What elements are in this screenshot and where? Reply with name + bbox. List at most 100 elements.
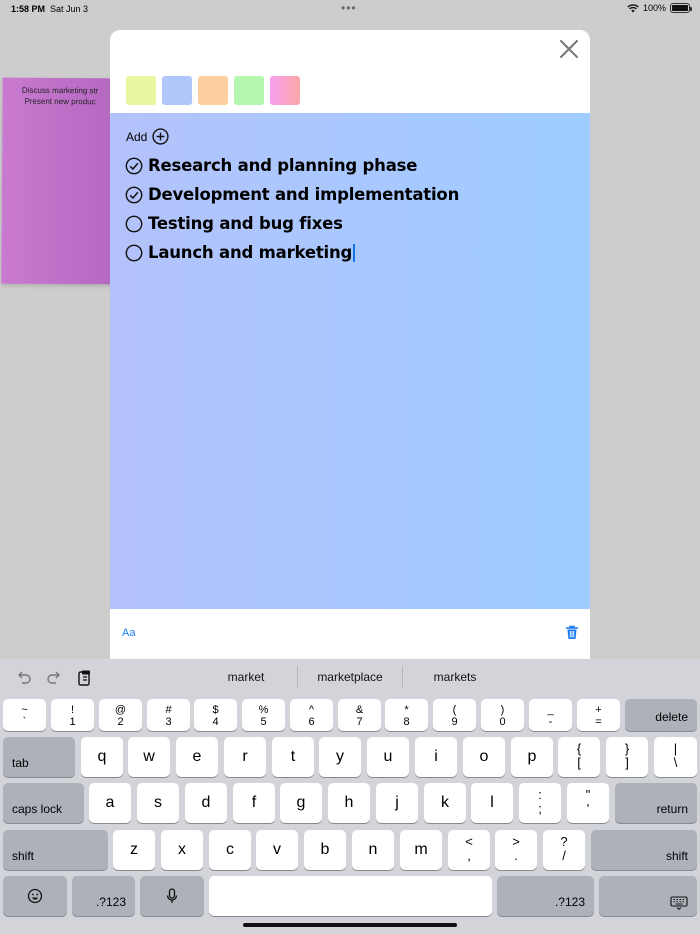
key-3[interactable]: #3 bbox=[147, 699, 190, 731]
dictation-key[interactable] bbox=[140, 876, 204, 916]
key-0[interactable]: ) 0 bbox=[481, 699, 524, 731]
swatch-pink[interactable] bbox=[270, 76, 300, 105]
background-sticky-note[interactable]: Discuss marketing str Present new produc bbox=[1, 77, 118, 285]
key-8[interactable]: * 8 bbox=[385, 699, 428, 731]
key-d[interactable]: d bbox=[185, 783, 227, 823]
redo-icon[interactable] bbox=[45, 669, 63, 687]
unchecked-circle-icon[interactable] bbox=[125, 215, 143, 233]
key-6[interactable]: ^ 6 bbox=[290, 699, 333, 731]
key-m[interactable]: m bbox=[400, 830, 442, 870]
key-tilde[interactable]: ~ ` bbox=[3, 699, 46, 731]
key-l[interactable]: l bbox=[471, 783, 513, 823]
text-format-button[interactable]: Aa bbox=[122, 627, 135, 639]
key-y[interactable]: y bbox=[319, 737, 361, 777]
right-shift-key[interactable]: shift bbox=[591, 830, 697, 870]
key-right-bracket[interactable]: }] bbox=[606, 737, 648, 777]
key-s[interactable]: s bbox=[137, 783, 179, 823]
undo-icon[interactable] bbox=[15, 669, 33, 687]
plus-circle-icon bbox=[152, 128, 169, 145]
key-u[interactable]: u bbox=[367, 737, 409, 777]
key-bottom-char: 9 bbox=[451, 716, 458, 728]
key-f[interactable]: f bbox=[233, 783, 275, 823]
key-t[interactable]: t bbox=[272, 737, 314, 777]
key-x[interactable]: x bbox=[161, 830, 203, 870]
key-5[interactable]: % 5 bbox=[242, 699, 285, 731]
emoji-key[interactable] bbox=[3, 876, 67, 916]
key-j[interactable]: j bbox=[376, 783, 418, 823]
multitasking-dots-icon[interactable]: ••• bbox=[341, 1, 357, 15]
key-b[interactable]: b bbox=[304, 830, 346, 870]
key-c[interactable]: c bbox=[209, 830, 251, 870]
paste-icon[interactable] bbox=[76, 669, 94, 687]
key-q[interactable]: q bbox=[81, 737, 123, 777]
suggestion-3[interactable]: markets bbox=[405, 670, 505, 684]
key-top-char: " bbox=[585, 787, 591, 802]
key-quote[interactable]: " ' bbox=[567, 783, 609, 823]
key-i[interactable]: i bbox=[415, 737, 457, 777]
key-top-char: ( bbox=[452, 704, 457, 716]
note-content-area[interactable]: Add Research and planning phase Developm bbox=[110, 113, 590, 609]
tab-key[interactable]: tab bbox=[3, 737, 75, 777]
key-comma[interactable]: <, bbox=[448, 830, 490, 870]
text-cursor bbox=[353, 243, 355, 262]
key-v[interactable]: v bbox=[256, 830, 298, 870]
key-p[interactable]: p bbox=[511, 737, 553, 777]
swatch-orange[interactable] bbox=[198, 76, 228, 105]
checked-circle-icon[interactable] bbox=[125, 186, 143, 204]
key-4[interactable]: $4 bbox=[194, 699, 237, 731]
left-shift-key[interactable]: shift bbox=[3, 830, 108, 870]
key-e[interactable]: e bbox=[176, 737, 218, 777]
checked-circle-icon[interactable] bbox=[125, 157, 143, 175]
unchecked-circle-icon[interactable] bbox=[125, 244, 143, 262]
home-indicator[interactable] bbox=[243, 923, 457, 927]
key-bottom-char: 0 bbox=[499, 716, 506, 728]
key-top-char: % bbox=[258, 704, 269, 716]
key-z[interactable]: z bbox=[113, 830, 155, 870]
checklist-item: Development and implementation bbox=[125, 180, 459, 209]
return-key[interactable]: return bbox=[615, 783, 697, 823]
close-icon[interactable] bbox=[558, 38, 580, 60]
dismiss-keyboard-key[interactable] bbox=[599, 876, 697, 916]
swatch-green[interactable] bbox=[234, 76, 264, 105]
key-minus[interactable]: _ - bbox=[529, 699, 572, 731]
key-h[interactable]: h bbox=[328, 783, 370, 823]
key-backslash[interactable]: | \ bbox=[654, 737, 697, 777]
numbers-key-left[interactable]: .?123 bbox=[72, 876, 135, 916]
key-1[interactable]: ! 1 bbox=[51, 699, 94, 731]
key-label: .?123 bbox=[95, 895, 126, 909]
key-7[interactable]: & 7 bbox=[338, 699, 381, 731]
key-left-bracket[interactable]: {[ bbox=[558, 737, 600, 777]
key-char: h bbox=[344, 794, 354, 811]
key-o[interactable]: o bbox=[463, 737, 505, 777]
key-a[interactable]: a bbox=[89, 783, 131, 823]
delete-key[interactable]: delete bbox=[625, 699, 697, 731]
key-bottom-char: = bbox=[595, 716, 602, 728]
key-2[interactable]: @2 bbox=[99, 699, 142, 731]
key-w[interactable]: w bbox=[128, 737, 170, 777]
numbers-key-right[interactable]: .?123 bbox=[497, 876, 594, 916]
key-k[interactable]: k bbox=[424, 783, 466, 823]
trash-icon[interactable] bbox=[565, 625, 579, 640]
key-slash[interactable]: ? / bbox=[543, 830, 585, 870]
key-n[interactable]: n bbox=[352, 830, 394, 870]
key-char: c bbox=[226, 841, 234, 858]
key-9[interactable]: (9 bbox=[433, 699, 476, 731]
checklist-item-text[interactable]: Launch and marketing bbox=[148, 243, 352, 262]
space-bar[interactable] bbox=[209, 876, 492, 916]
checklist-item-text[interactable]: Research and planning phase bbox=[148, 156, 417, 175]
key-g[interactable]: g bbox=[280, 783, 322, 823]
swatch-blue[interactable] bbox=[162, 76, 192, 105]
key-top-char: ^ bbox=[308, 704, 315, 716]
checklist-item-text[interactable]: Development and implementation bbox=[148, 185, 459, 204]
swatch-yellow[interactable] bbox=[126, 76, 156, 105]
key-char: n bbox=[368, 841, 378, 858]
key-equals[interactable]: + = bbox=[577, 699, 620, 731]
checklist-item-text[interactable]: Testing and bug fixes bbox=[148, 214, 343, 233]
suggestion-2[interactable]: marketplace bbox=[300, 670, 400, 684]
add-item-button[interactable]: Add bbox=[126, 128, 169, 145]
key-period[interactable]: >. bbox=[495, 830, 537, 870]
key-r[interactable]: r bbox=[224, 737, 266, 777]
key-semicolon[interactable]: :; bbox=[519, 783, 561, 823]
suggestion-1[interactable]: market bbox=[196, 670, 296, 684]
caps-lock-key[interactable]: caps lock bbox=[3, 783, 84, 823]
